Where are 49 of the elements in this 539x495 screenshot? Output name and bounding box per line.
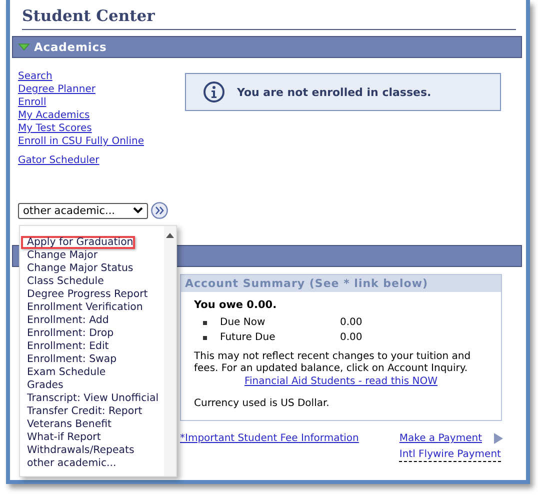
nav-link[interactable]: Enroll	[18, 96, 46, 109]
bullet-icon	[203, 320, 207, 324]
balance-text: You owe 0.00.	[194, 299, 278, 311]
scroll-up-icon[interactable]	[166, 233, 174, 238]
info-icon	[203, 81, 225, 103]
dropdown-option[interactable]: Apply for Graduation	[21, 236, 136, 249]
section-header[interactable]: Academics	[12, 36, 522, 58]
fee-info-link[interactable]: *Important Student Fee Information	[180, 432, 359, 462]
dropdown-option[interactable]: Transcript: View Unofficial	[21, 392, 161, 405]
due-label: Due Now	[220, 317, 266, 328]
dropdown-option[interactable]: Degree Progress Report	[21, 288, 150, 301]
due-amount: 0.00	[340, 317, 362, 328]
due-label: Future Due	[220, 332, 276, 343]
play-arrow-icon[interactable]	[494, 433, 503, 444]
info-message: You are not enrolled in classes.	[237, 86, 432, 98]
section-title: Academics	[34, 40, 107, 54]
dropdown-option[interactable]: other academic...	[21, 457, 118, 470]
bullet-icon	[203, 336, 207, 340]
dropdown-option[interactable]: Grades	[21, 379, 66, 392]
nav-link[interactable]: Degree Planner	[18, 83, 96, 96]
dropdown-option[interactable]: What-if Report	[21, 431, 103, 444]
chevron-down-icon	[133, 207, 143, 214]
due-amount: 0.00	[340, 332, 362, 343]
nav-link[interactable]: My Test Scores	[18, 122, 92, 135]
dropdown-option[interactable]: Enrollment: Swap	[21, 353, 119, 366]
dropdown-option[interactable]: Class Schedule	[21, 275, 106, 288]
nav-link[interactable]: My Academics	[18, 109, 90, 122]
panel-title: Account Summary (See * link below)	[181, 275, 501, 292]
dropdown-option[interactable]: Exam Schedule	[21, 366, 108, 379]
dropdown-option[interactable]: Enrollment: Edit	[21, 340, 111, 353]
dropdown-option[interactable]: Change Major	[21, 249, 100, 262]
dropdown-option[interactable]: Enrollment Verification	[21, 301, 145, 314]
nav-link[interactable]: Search	[18, 70, 52, 83]
dropdown-option[interactable]: Change Major Status	[21, 262, 136, 275]
nav-link[interactable]: Enroll in CSU Fully Online	[18, 135, 144, 148]
dropdown-select[interactable]: other academic...	[18, 202, 148, 218]
go-button[interactable]	[151, 202, 168, 219]
payment-link[interactable]: Make a Payment	[399, 432, 482, 445]
nav-link[interactable]: Gator Scheduler	[18, 154, 100, 167]
dropdown-option[interactable]: Withdrawals/Repeats	[21, 444, 136, 457]
page-title: Student Center	[22, 0, 516, 30]
currency-note: Currency used is US Dollar.	[194, 398, 330, 409]
balance-note: This may not reflect recent changes to your tuition and fees. For an updated balance, click on Account Inquiry.	[194, 351, 472, 375]
flywire-link[interactable]: Intl Flywire Payment	[399, 448, 501, 462]
dropdown-option[interactable]: Enrollment: Add	[21, 314, 111, 327]
financial-aid-link[interactable]: Financial Aid Students - read this NOW	[244, 376, 438, 387]
dropdown-option[interactable]: Enrollment: Drop	[21, 327, 116, 340]
dropdown-option[interactable]: Veterans Benefit	[21, 418, 114, 431]
dropdown-option[interactable]: Transfer Credit: Report	[21, 405, 144, 418]
